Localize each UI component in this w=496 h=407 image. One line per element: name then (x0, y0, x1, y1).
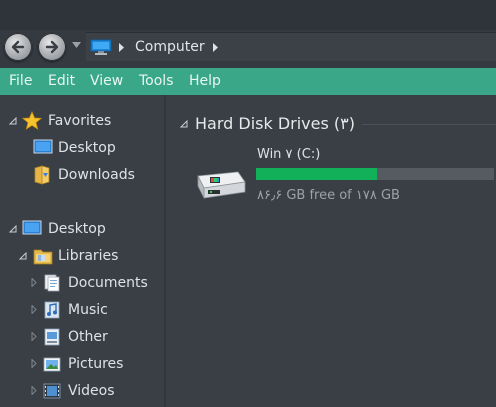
drive-usage-bar (256, 168, 494, 180)
expand-arrow-icon[interactable] (31, 386, 37, 395)
sidebar-item-videos[interactable]: Videos (0, 380, 164, 402)
documents-library-icon (44, 274, 60, 292)
navigation-pane: Favorites Desktop Downloads Desktop Libr… (0, 95, 164, 407)
desktop-icon (22, 220, 42, 235)
breadcrumb-computer[interactable]: Computer (135, 39, 205, 55)
sidebar-label-documents: Documents (68, 275, 148, 291)
star-icon (22, 111, 42, 130)
downloads-folder-icon (34, 165, 50, 185)
expand-arrow-icon[interactable] (31, 305, 37, 314)
sidebar-item-downloads[interactable]: Downloads (0, 164, 164, 186)
navigation-bar: Computer (0, 30, 496, 68)
menu-bar: File Edit View Tools Help (0, 68, 496, 95)
sidebar-item-libraries[interactable]: Libraries (0, 245, 164, 267)
expand-arrow-icon[interactable] (31, 359, 37, 368)
collapse-arrow-icon[interactable] (9, 225, 17, 233)
forward-arrow-icon (45, 40, 59, 54)
sidebar-item-desktop[interactable]: Desktop (0, 218, 164, 240)
sidebar-label-other: Other (68, 329, 108, 345)
menu-file[interactable]: File (9, 73, 32, 89)
sidebar-label-videos: Videos (68, 383, 115, 399)
group-title: Hard Disk Drives (۳) (195, 114, 355, 133)
sidebar-label-desktop-root: Desktop (48, 221, 106, 237)
sidebar-item-favorites-desktop[interactable]: Desktop (0, 137, 164, 159)
collapse-arrow-icon[interactable] (19, 252, 27, 260)
collapse-arrow-icon[interactable] (9, 117, 17, 125)
sidebar-label-libraries: Libraries (58, 248, 119, 264)
drive-free-space: ۸۶٫۶ GB free of ۱۷۸ GB (257, 188, 400, 203)
recent-pages-dropdown-icon[interactable] (72, 42, 81, 48)
sidebar-item-music[interactable]: Music (0, 299, 164, 321)
menu-tools[interactable]: Tools (139, 73, 174, 89)
sidebar-label-downloads: Downloads (58, 167, 135, 183)
expand-arrow-icon[interactable] (31, 278, 37, 287)
sidebar-label-pictures: Pictures (68, 356, 124, 372)
drive-usage-fill (256, 168, 378, 180)
menu-help[interactable]: Help (189, 73, 221, 89)
group-divider (362, 124, 496, 125)
pictures-library-icon (43, 357, 61, 372)
back-arrow-icon (11, 40, 25, 54)
drive-name: Win ۷ (C:) (257, 147, 321, 162)
sidebar-item-pictures[interactable]: Pictures (0, 353, 164, 375)
hard-drive-icon (197, 171, 246, 199)
sidebar-label-favorites: Favorites (48, 113, 112, 129)
videos-library-icon (43, 383, 61, 399)
breadcrumb-separator-icon[interactable] (213, 43, 218, 52)
sidebar-item-documents[interactable]: Documents (0, 272, 164, 294)
menu-view[interactable]: View (90, 73, 123, 89)
forward-button[interactable] (38, 33, 66, 61)
address-bar[interactable]: Computer (86, 32, 496, 61)
desktop-icon (33, 139, 53, 154)
content-pane: Hard Disk Drives (۳) Win ۷ (C:) ۸۶٫۶ GB … (166, 95, 496, 407)
sidebar-item-favorites[interactable]: Favorites (0, 110, 164, 132)
computer-icon (90, 39, 112, 55)
breadcrumb-separator-icon[interactable] (119, 43, 124, 52)
menu-edit[interactable]: Edit (48, 73, 75, 89)
sidebar-label-desktop: Desktop (58, 140, 116, 156)
collapse-arrow-icon[interactable] (180, 120, 188, 128)
other-library-icon (44, 328, 60, 346)
back-button[interactable] (4, 33, 32, 61)
libraries-icon (33, 249, 53, 265)
expand-arrow-icon[interactable] (31, 332, 37, 341)
sidebar-item-other[interactable]: Other (0, 326, 164, 348)
sidebar-label-music: Music (68, 302, 108, 318)
music-library-icon (44, 301, 60, 319)
title-bar (0, 0, 496, 30)
